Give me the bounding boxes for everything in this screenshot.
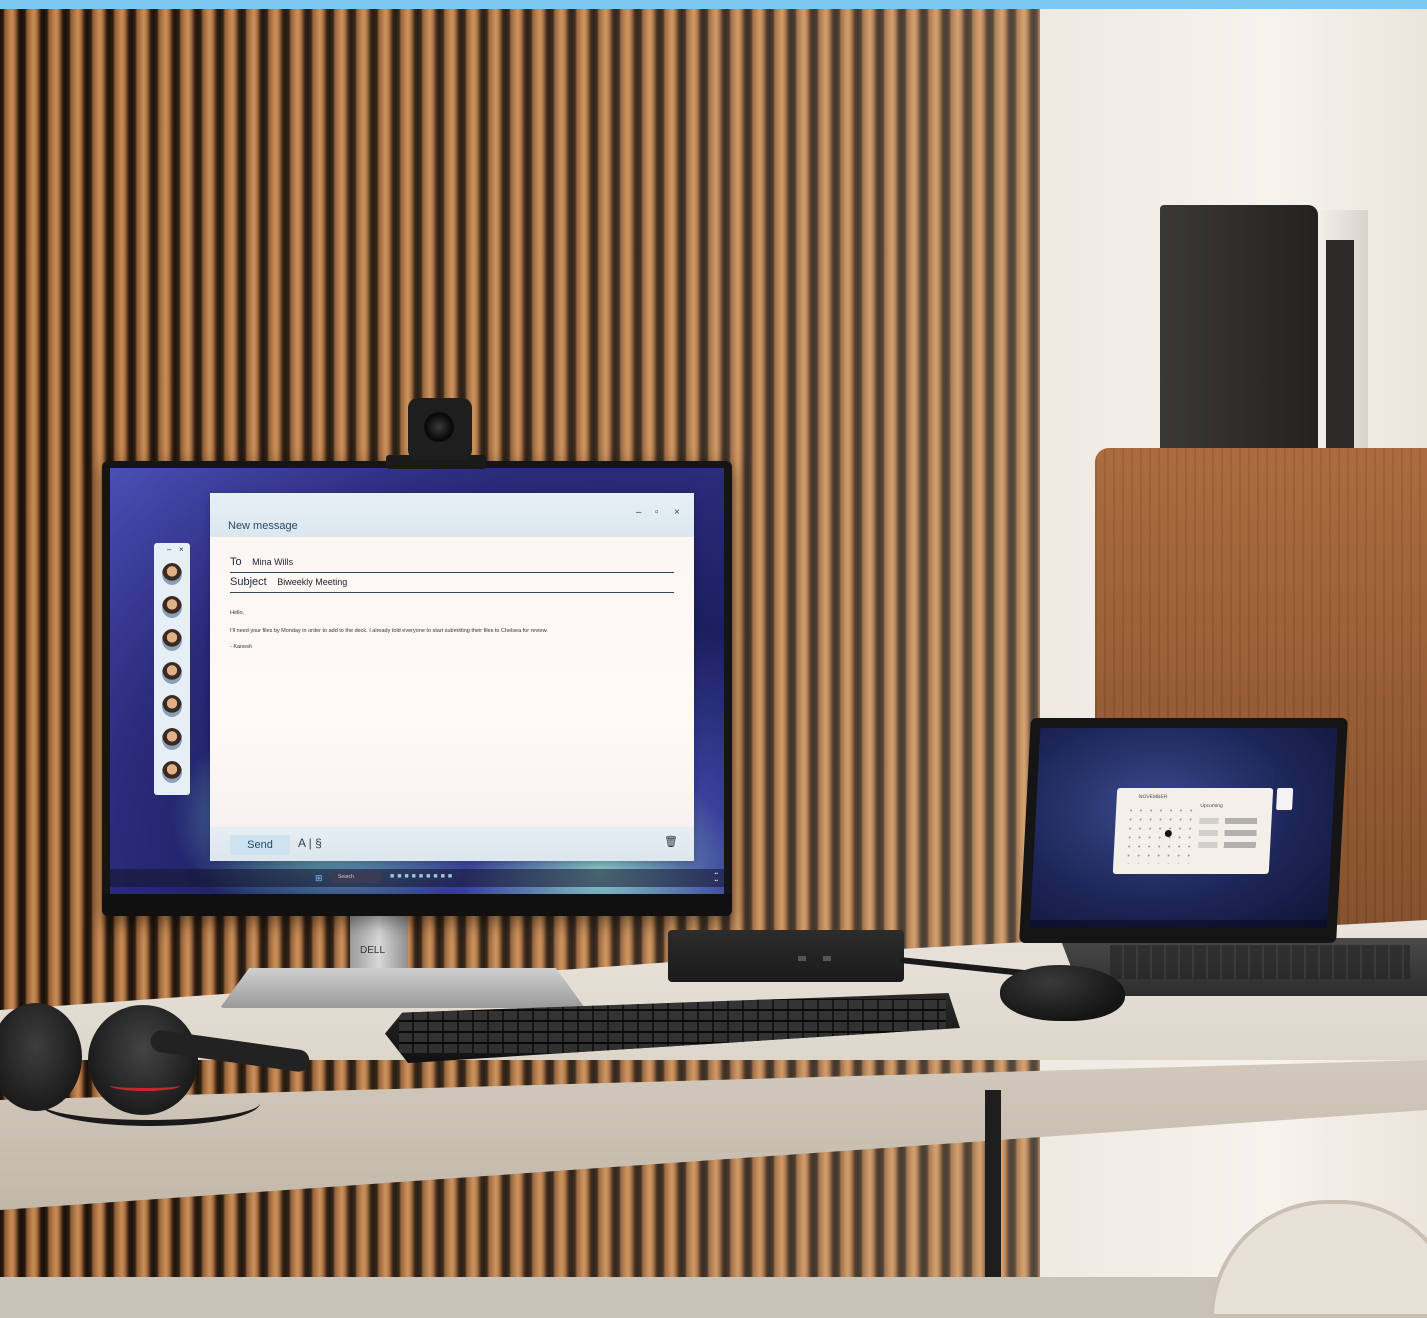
subject-underline [230,592,674,593]
subject-value[interactable]: Biweekly Meeting [277,577,347,587]
body-text[interactable]: I'll need your files by Monday in order … [230,628,548,634]
headset-accent-ring [110,1080,180,1091]
binder-dark [1160,205,1318,457]
top-accent-bar [0,0,1427,9]
body-signature[interactable]: - Kanesh [230,644,252,650]
monitor-stand-base [220,968,585,1008]
contact-avatar[interactable] [162,695,182,717]
window-title: New message [228,520,298,532]
calendar-heading: Upcoming [1200,803,1223,809]
taskbar-clock[interactable]: ▪▪ ▪▪ [714,871,718,885]
contact-avatar[interactable] [162,563,182,585]
contact-avatar[interactable] [162,728,182,750]
mail-header: New message – ▫ × [210,493,694,537]
monitor-chin [102,894,732,916]
to-underline [230,572,674,573]
contact-avatar[interactable] [162,662,182,684]
trash-icon[interactable]: 🗑 [664,835,678,848]
contacts-close-button[interactable]: × [179,545,184,554]
windows-start-icon[interactable]: ⊞ [315,873,323,884]
format-attach-icons[interactable]: A | § [298,836,322,850]
close-button[interactable]: × [674,507,680,518]
calendar-widget[interactable]: NOVEMBER Upcoming [1112,788,1274,874]
monitor-brand-logo: DELL [360,945,386,956]
laptop-display: NOVEMBER Upcoming [1029,728,1338,928]
contact-avatar[interactable] [162,761,182,783]
webcam-lens-icon [424,412,454,442]
contacts-minimize-button[interactable]: – [167,545,171,554]
send-button[interactable]: Send [230,835,290,855]
laptop-keyboard [1110,945,1410,979]
desk-leg [985,1090,1001,1277]
contact-avatar[interactable] [162,596,182,618]
maximize-button[interactable]: ▫ [655,507,659,518]
headset-earcup-right [88,1005,198,1115]
to-value[interactable]: Mina Wills [252,557,293,567]
subject-label: Subject [230,576,267,588]
usb-c-port [823,956,831,961]
subject-field[interactable]: Subject Biweekly Meeting [230,576,347,588]
mail-footer: Send A | § 🗑 [210,827,694,861]
body-greeting[interactable]: Hello, [230,610,244,616]
laptop-taskbar [1029,920,1328,928]
contacts-panel: – × [154,543,190,795]
taskbar: ⊞ Search ■■■■■■■■■ ▪▪ ▪▪ [110,869,724,887]
docking-station [668,930,904,982]
usb-port [798,956,806,961]
laptop: NOVEMBER Upcoming [1019,718,1348,943]
binder-slim [1326,240,1354,450]
calendar-month: NOVEMBER [1138,794,1168,800]
taskbar-app-icons[interactable]: ■■■■■■■■■ [390,873,455,880]
contact-avatar[interactable] [162,629,182,651]
to-field[interactable]: To Mina Wills [230,556,293,568]
calendar-app-icon[interactable] [1276,788,1294,810]
taskbar-search-input[interactable]: Search [330,872,382,883]
mouse [1000,965,1125,1021]
minimize-button[interactable]: – [636,507,642,518]
to-label: To [230,556,242,568]
calendar-grid[interactable] [1123,806,1197,864]
new-message-window: New message – ▫ × To Mina Wills Subject … [210,493,694,861]
calendar-events: Upcoming [1197,794,1265,866]
